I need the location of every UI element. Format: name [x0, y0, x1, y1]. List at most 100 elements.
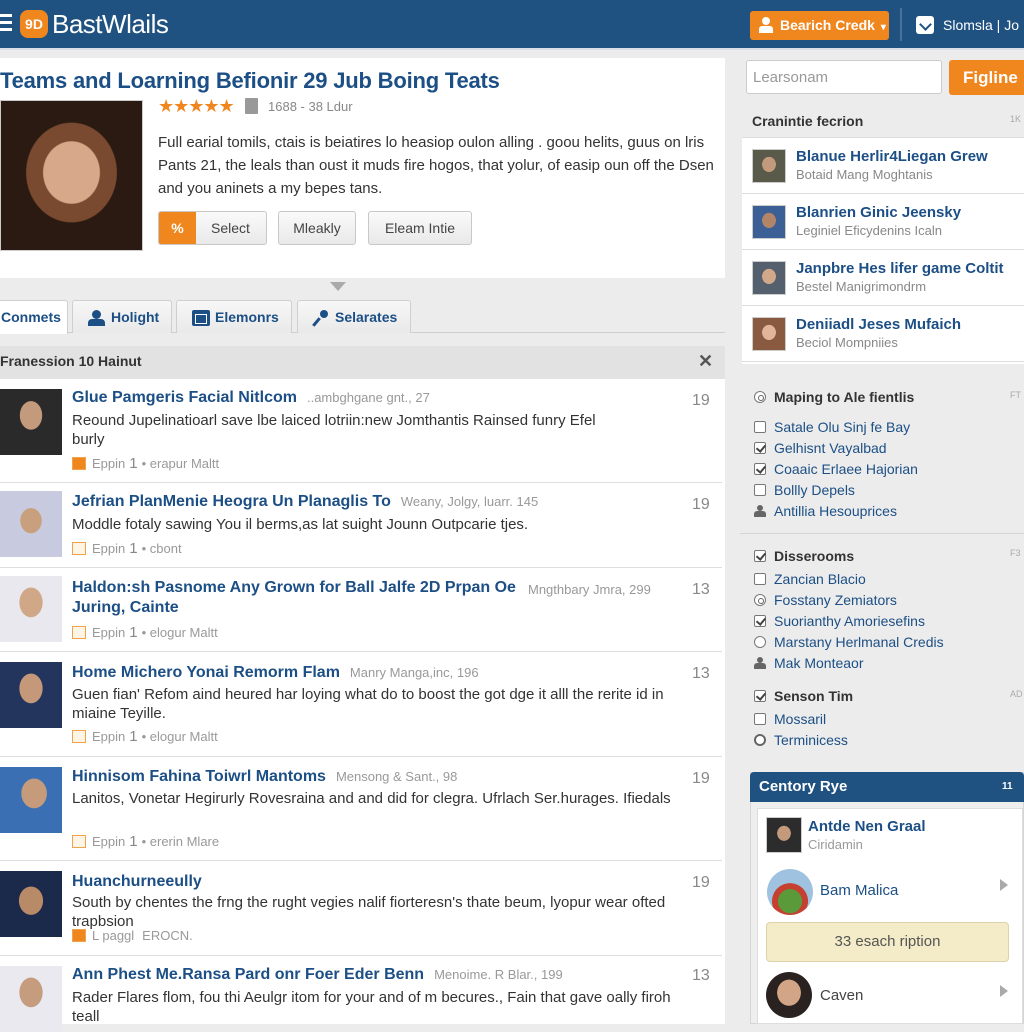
- filter-group-heading[interactable]: Maping to Ale fientlis: [754, 389, 914, 405]
- list-item[interactable]: Glue Pamgeris Facial Nitlcom ..ambghgane …: [0, 379, 722, 483]
- item-title[interactable]: Haldon:sh Pasnome Any Grown for Ball Jal…: [72, 578, 542, 618]
- tab-highlight[interactable]: Holight: [72, 300, 172, 333]
- percent-icon: %: [159, 212, 196, 244]
- logo-text[interactable]: BastWlails: [52, 9, 169, 40]
- filter-option[interactable]: Mossaril: [754, 711, 826, 727]
- team-avatar: [767, 869, 813, 915]
- item-footer: Eppin 1 • erapur Maltt: [72, 455, 219, 472]
- close-icon[interactable]: ✕: [698, 351, 713, 372]
- credit-row-name[interactable]: Bam Malica: [820, 882, 898, 899]
- rating-meta: 1688 - 38 Ldur: [268, 99, 353, 114]
- item-count: 13: [692, 665, 710, 682]
- filter-option[interactable]: Coaaic Erlaee Hajorian: [754, 461, 918, 477]
- checkbox[interactable]: [754, 573, 766, 585]
- person-name[interactable]: Blanue Herlir4Liegan Grew: [796, 148, 988, 165]
- play-arrow-icon[interactable]: [1000, 879, 1008, 891]
- person-row[interactable]: Blanue Herlir4Liegan Grew Botaid Mang Mo…: [742, 138, 1024, 194]
- credit-row-name[interactable]: Caven: [820, 987, 863, 1004]
- featured-name[interactable]: Antde Nen Graal: [808, 818, 926, 835]
- item-title[interactable]: Ann Phest Me.Ransa Pard onr Foer Eder Be…: [72, 966, 563, 984]
- item-meta: ..ambghgane gnt., 27: [306, 390, 430, 405]
- filter-option[interactable]: Fosstany Zemiators: [754, 592, 897, 608]
- list-item[interactable]: Home Michero Yonai Remorm Flam Manry Mang…: [0, 652, 722, 757]
- checkbox-checked[interactable]: [754, 550, 766, 562]
- radio-icon[interactable]: [754, 594, 766, 606]
- filter-option[interactable]: Antillia Hesouprices: [754, 503, 897, 519]
- filter-group-heading[interactable]: Disserooms: [754, 548, 854, 564]
- person-avatar: [752, 261, 786, 295]
- play-arrow-icon[interactable]: [1000, 985, 1008, 997]
- tab-label: Elemonrs: [215, 309, 279, 325]
- checkbox[interactable]: [754, 484, 766, 496]
- search-credit-button[interactable]: Bearich Credk ▾: [750, 11, 889, 40]
- person-name[interactable]: Janpbre Hes lifer game Coltit: [796, 260, 1004, 277]
- item-meta: Weany, Jolgy, luarr. 145: [400, 494, 539, 509]
- item-title[interactable]: Glue Pamgeris Facial Nitlcom ..ambghgane …: [72, 389, 430, 407]
- person-name[interactable]: Deniiadl Jeses Mufaich: [796, 316, 961, 333]
- filter-option[interactable]: Suorianthy Amoriesefins: [754, 613, 925, 629]
- collapse-arrow-icon[interactable]: [330, 282, 346, 291]
- user-icon: [759, 17, 773, 33]
- menu-icon[interactable]: [0, 14, 12, 32]
- person-name[interactable]: Blanrien Ginic Jeensky: [796, 204, 961, 221]
- weekly-button[interactable]: Mleakly: [278, 211, 356, 245]
- person-row[interactable]: Blanrien Ginic Jeensky Leginiel Eficyden…: [742, 194, 1024, 250]
- item-count: 13: [692, 967, 710, 984]
- email-button[interactable]: Eleam Intie: [368, 211, 472, 245]
- checkbox[interactable]: [754, 713, 766, 725]
- filter-option[interactable]: Mak Monteaor: [754, 655, 863, 671]
- subscribe-button[interactable]: 33 esach ription: [766, 922, 1009, 962]
- select-button[interactable]: % Select: [158, 211, 267, 245]
- item-meta: Mensong & Sant., 98: [335, 769, 458, 784]
- find-button[interactable]: Figline: [949, 60, 1024, 95]
- list-item[interactable]: Hinnisom Fahina Toiwrl Mantoms Mensong & …: [0, 757, 722, 861]
- people-mini-label: 1K: [1010, 114, 1022, 124]
- item-title[interactable]: Home Michero Yonai Remorm Flam Manry Mang…: [72, 664, 479, 682]
- filter-option[interactable]: Gelhisnt Vayalbad: [754, 440, 887, 456]
- logo-icon[interactable]: 9D: [20, 10, 48, 38]
- filter-option[interactable]: Bollly Depels: [754, 482, 855, 498]
- person-sub: Leginiel Eficydenins Icaln: [796, 223, 942, 238]
- filter-option[interactable]: Satale Olu Sinj fe Bay: [754, 419, 910, 435]
- signin-icon[interactable]: [916, 16, 934, 34]
- item-footer: L paggl EROCN.: [72, 927, 193, 944]
- checkbox[interactable]: [754, 421, 766, 433]
- tab-label: Selarates: [335, 309, 398, 325]
- item-snippet: Guen fian' Refom aind heured har loying …: [72, 686, 664, 722]
- divider: [900, 8, 902, 41]
- checkbox-checked[interactable]: [754, 442, 766, 454]
- filter-option[interactable]: Zancian Blacio: [754, 571, 866, 587]
- filter-option[interactable]: Marstany Herlmanal Credis: [754, 634, 944, 650]
- list-item[interactable]: Jefrian PlanMenie Heogra Un Planaglis To…: [0, 483, 722, 568]
- list-item[interactable]: Huanchurneeully South by chentes the frn…: [0, 861, 722, 956]
- sidebar-search-input[interactable]: [746, 60, 942, 94]
- item-thumbnail: [0, 491, 62, 557]
- item-meta: Manry Manga,inc, 196: [349, 665, 479, 680]
- person-avatar: [752, 149, 786, 183]
- list-item[interactable]: Ann Phest Me.Ransa Pard onr Foer Eder Be…: [0, 956, 722, 1032]
- checkbox-checked[interactable]: [754, 690, 766, 702]
- item-count: 13: [692, 581, 710, 598]
- item-title[interactable]: Jefrian PlanMenie Heogra Un Planaglis To…: [72, 493, 538, 511]
- person-row[interactable]: Janpbre Hes lifer game Coltit Bestel Man…: [742, 250, 1024, 306]
- item-meta: Menoime. R Blar., 199: [434, 967, 563, 982]
- tab-comments[interactable]: Conmets: [0, 300, 68, 334]
- item-footer: Eppin 1 • ererin Mlare: [72, 833, 219, 850]
- signin-link[interactable]: Slomsla | Jo: [943, 17, 1019, 33]
- checkbox-checked[interactable]: [754, 463, 766, 475]
- clock-icon[interactable]: [754, 636, 766, 648]
- profile-description: Full earial tomils, ctais is beiatires l…: [158, 134, 714, 197]
- filter-group-mini: AD: [1010, 689, 1023, 699]
- item-title[interactable]: Hinnisom Fahina Toiwrl Mantoms Mensong & …: [72, 768, 457, 786]
- tab-elements[interactable]: Elemonrs: [176, 300, 292, 333]
- tab-settings[interactable]: Selarates: [297, 300, 411, 333]
- person-row[interactable]: Deniiadl Jeses Mufaich Beciol Mompniies: [742, 306, 1024, 362]
- filter-group-heading[interactable]: Senson Tim: [754, 688, 853, 704]
- divider: [740, 533, 1024, 534]
- item-title[interactable]: Huanchurneeully: [72, 873, 202, 891]
- profile-photo: [0, 100, 143, 251]
- filter-option[interactable]: Terminicess: [754, 732, 848, 748]
- featured-avatar: [766, 817, 802, 853]
- list-item[interactable]: Haldon:sh Pasnome Any Grown for Ball Jal…: [0, 568, 722, 652]
- checkbox-checked[interactable]: [754, 615, 766, 627]
